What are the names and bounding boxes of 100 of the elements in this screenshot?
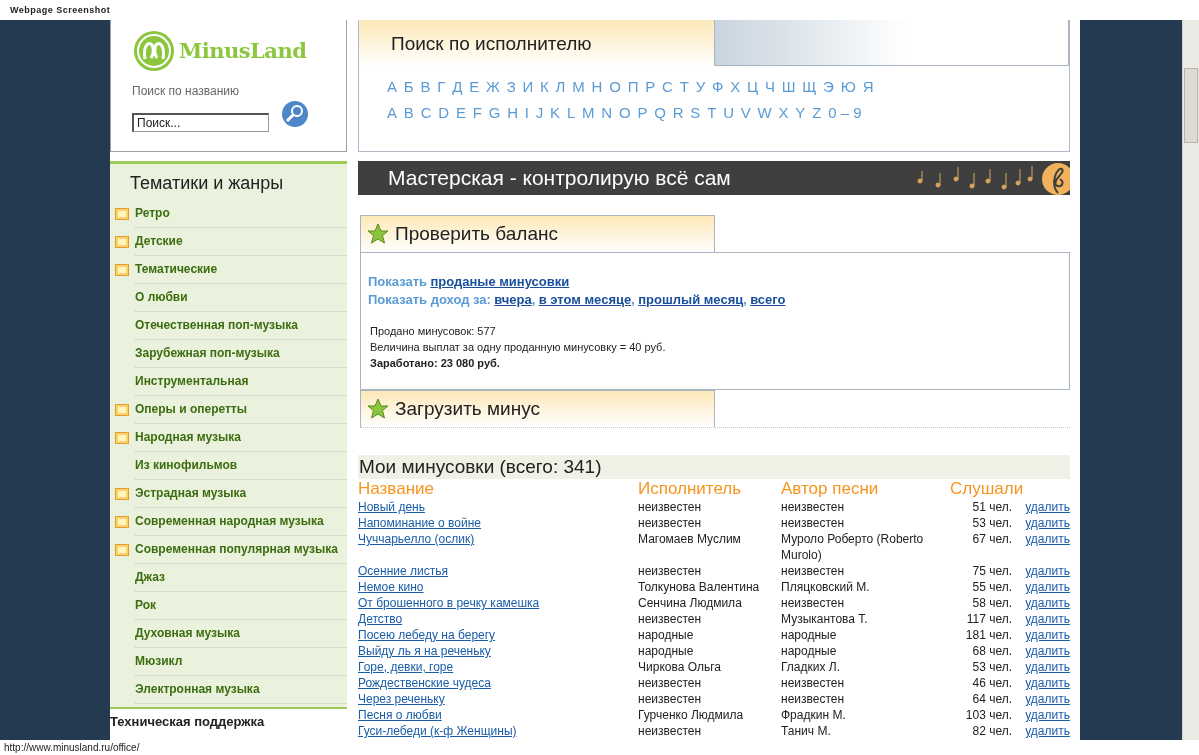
sidebar-item[interactable]: Из кинофильмов bbox=[135, 450, 347, 480]
balance-tab[interactable]: Проверить баланс bbox=[360, 215, 715, 252]
letter-link[interactable]: A bbox=[387, 103, 397, 121]
letter-link[interactable]: К bbox=[540, 78, 549, 95]
support-link[interactable]: Техническая поддержка bbox=[110, 709, 347, 732]
letter-link[interactable]: T bbox=[707, 103, 717, 121]
track-link[interactable]: Чуччарьелло (ослик) bbox=[358, 532, 475, 546]
sidebar-item[interactable]: Мюзикл bbox=[135, 646, 347, 676]
letter-link[interactable]: О bbox=[609, 78, 621, 95]
letter-link[interactable]: Б bbox=[403, 78, 414, 95]
sidebar-item[interactable]: Джаз bbox=[135, 562, 347, 592]
track-link[interactable]: Песня о любви bbox=[358, 708, 442, 722]
period-link[interactable]: вчера bbox=[494, 292, 532, 307]
letter-link[interactable]: B bbox=[403, 103, 414, 121]
period-link[interactable]: всего bbox=[750, 292, 786, 307]
track-link[interactable]: Рождественские чудеса bbox=[358, 676, 491, 690]
delete-link[interactable]: удалить bbox=[1025, 516, 1070, 530]
sidebar-item[interactable]: Инструментальная bbox=[135, 366, 347, 396]
upload-tab[interactable]: Загрузить минус bbox=[360, 390, 715, 427]
letter-link[interactable]: P bbox=[637, 103, 648, 121]
letter-link[interactable]: Ш bbox=[781, 78, 796, 95]
period-link[interactable]: проданые минусовки bbox=[430, 274, 570, 289]
scrollbar[interactable] bbox=[1182, 20, 1199, 740]
search-field[interactable]: Поиск... bbox=[132, 113, 269, 132]
letter-link[interactable]: M bbox=[582, 103, 595, 121]
letter-link[interactable]: З bbox=[506, 78, 516, 95]
delete-link[interactable]: удалить bbox=[1025, 580, 1070, 594]
letter-link[interactable]: М bbox=[572, 78, 585, 95]
letter-link[interactable]: Ф bbox=[712, 78, 724, 95]
logo-text[interactable]: MinusLand bbox=[179, 35, 307, 67]
delete-link[interactable]: удалить bbox=[1025, 676, 1070, 690]
letter-link[interactable]: Y bbox=[795, 103, 806, 121]
sidebar-item[interactable]: Рок bbox=[135, 590, 347, 620]
delete-link[interactable]: удалить bbox=[1025, 724, 1070, 738]
track-link[interactable]: Горе, девки, горе bbox=[358, 660, 454, 674]
letter-link[interactable]: Ц bbox=[747, 78, 759, 95]
sidebar-item[interactable]: Оперы и оперетты bbox=[135, 394, 347, 424]
sidebar-item[interactable]: Тематические bbox=[135, 254, 347, 284]
delete-link[interactable]: удалить bbox=[1025, 708, 1070, 722]
delete-link[interactable]: удалить bbox=[1025, 628, 1070, 642]
sidebar-item[interactable]: Современная народная музыка bbox=[135, 506, 347, 536]
letter-link[interactable]: V bbox=[740, 103, 751, 121]
delete-link[interactable]: удалить bbox=[1025, 500, 1070, 514]
letter-link[interactable]: O bbox=[618, 103, 631, 121]
delete-link[interactable]: удалить bbox=[1025, 596, 1070, 610]
sidebar-item[interactable]: Народная музыка bbox=[135, 422, 347, 452]
delete-link[interactable]: удалить bbox=[1025, 532, 1070, 546]
letter-link[interactable]: W bbox=[757, 103, 772, 121]
sidebar-item[interactable]: Эстрадная музыка bbox=[135, 478, 347, 508]
letter-link[interactable]: X bbox=[778, 103, 789, 121]
search-button[interactable] bbox=[281, 100, 309, 128]
letter-link[interactable]: N bbox=[601, 103, 613, 121]
sidebar-item[interactable]: Духовная музыка bbox=[135, 618, 347, 648]
letter-link[interactable]: E bbox=[455, 103, 466, 121]
delete-link[interactable]: удалить bbox=[1025, 564, 1070, 578]
track-link[interactable]: Через реченьку bbox=[358, 692, 445, 706]
letter-link[interactable]: Е bbox=[469, 78, 480, 95]
letter-link[interactable]: Н bbox=[591, 78, 603, 95]
sidebar-item[interactable]: Современная популярная музыка bbox=[135, 534, 347, 564]
letter-link[interactable]: C bbox=[420, 103, 432, 121]
letter-link[interactable]: У bbox=[695, 78, 706, 95]
letter-link[interactable]: K bbox=[550, 103, 561, 121]
letter-link[interactable]: U bbox=[723, 103, 734, 121]
letter-link[interactable]: И bbox=[522, 78, 534, 95]
letter-link[interactable]: R bbox=[672, 103, 684, 121]
letter-link[interactable]: D bbox=[438, 103, 450, 121]
letter-link[interactable]: П bbox=[627, 78, 639, 95]
delete-link[interactable]: удалить bbox=[1025, 692, 1070, 706]
letter-link[interactable]: А bbox=[387, 78, 397, 95]
delete-link[interactable]: удалить bbox=[1025, 660, 1070, 674]
letter-link[interactable]: S bbox=[690, 103, 701, 121]
track-link[interactable]: Осенние листья bbox=[358, 564, 448, 578]
sidebar-item[interactable]: Детские bbox=[135, 226, 347, 256]
delete-link[interactable]: удалить bbox=[1025, 644, 1070, 658]
letter-link[interactable]: Д bbox=[452, 78, 463, 95]
letter-link[interactable]: 0 – 9 bbox=[828, 103, 862, 121]
letter-link[interactable]: Ч bbox=[764, 78, 775, 95]
sidebar-item[interactable]: Электронная музыка bbox=[135, 674, 347, 704]
letter-link[interactable]: Р bbox=[645, 78, 656, 95]
track-link[interactable]: Детство bbox=[358, 612, 403, 626]
track-link[interactable]: Новый день bbox=[358, 500, 425, 514]
delete-link[interactable]: удалить bbox=[1025, 612, 1070, 626]
letter-link[interactable]: Ю bbox=[840, 78, 856, 95]
letter-link[interactable]: Л bbox=[555, 78, 566, 95]
letter-link[interactable]: Э bbox=[823, 78, 834, 95]
letter-link[interactable]: L bbox=[566, 103, 576, 121]
letter-link[interactable]: В bbox=[420, 78, 431, 95]
track-link[interactable]: Посею лебеду на берегу bbox=[358, 628, 496, 642]
letter-link[interactable]: F bbox=[472, 103, 482, 121]
sidebar-item[interactable]: Отечественная поп-музыка bbox=[135, 310, 347, 340]
track-link[interactable]: От брошенного в речку камешка bbox=[358, 596, 540, 610]
letter-link[interactable]: С bbox=[662, 78, 673, 95]
letter-link[interactable]: Q bbox=[654, 103, 666, 121]
letter-link[interactable]: Х bbox=[730, 78, 741, 95]
sidebar-item[interactable]: О любви bbox=[135, 282, 347, 312]
letter-link[interactable]: Я bbox=[862, 78, 874, 95]
letter-link[interactable]: Т bbox=[679, 78, 689, 95]
track-link[interactable]: Напоминание о войне bbox=[358, 516, 482, 530]
letter-link[interactable]: G bbox=[488, 103, 501, 121]
letter-link[interactable]: J bbox=[535, 103, 544, 121]
